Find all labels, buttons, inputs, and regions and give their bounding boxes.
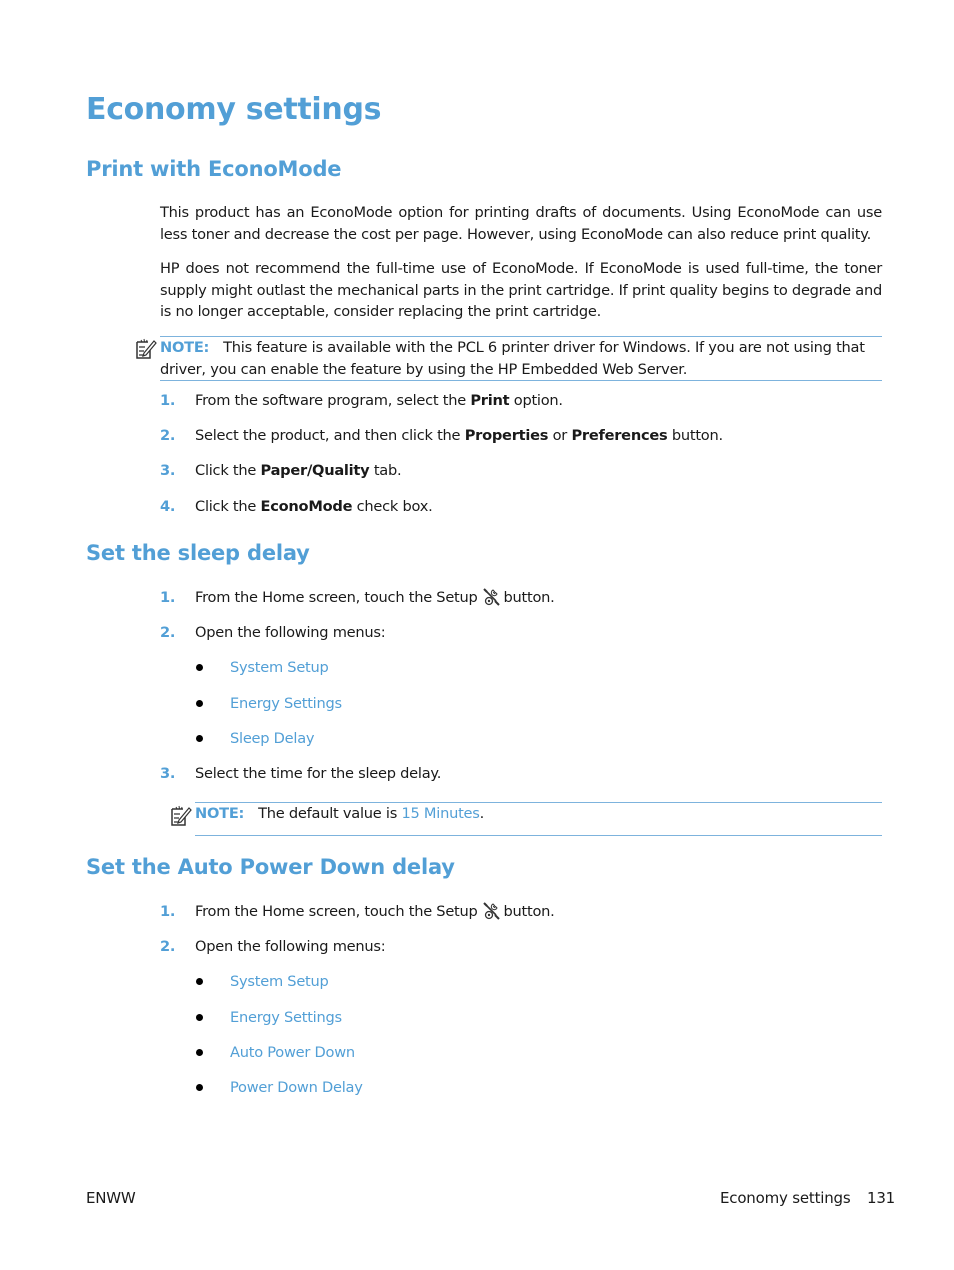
section-heading-auto-power-down: Set the Auto Power Down delay [86, 855, 455, 879]
ui-term: Paper/Quality [260, 462, 370, 479]
ui-term: EconoMode [260, 498, 353, 515]
autopower-step-2: 2. Open the following menus: [160, 938, 386, 955]
step-number: 4. [160, 498, 176, 515]
bullet-icon [196, 699, 203, 707]
ui-term: Properties [464, 427, 549, 444]
step-number: 2. [160, 624, 176, 641]
ui-term: Preferences [571, 427, 668, 444]
bullet-icon [196, 977, 203, 985]
menu-path-item: Energy Settings [196, 1009, 342, 1026]
menu-link-system-setup[interactable]: System Setup [230, 659, 329, 676]
econo-note: NOTE: This feature is available with the … [160, 336, 882, 381]
menu-link-system-setup[interactable]: System Setup [230, 973, 329, 990]
note-text: This feature is available with the PCL 6… [160, 339, 865, 378]
bullet-icon [196, 734, 203, 742]
bullet-icon [196, 1083, 203, 1091]
step-number: 1. [160, 903, 176, 920]
autopower-step-1: 1. From the Home screen, touch the Setup … [160, 902, 555, 920]
menu-link-power-down-delay[interactable]: Power Down Delay [230, 1079, 363, 1096]
footer-left: ENWW [86, 1189, 136, 1207]
page-title: Economy settings [86, 92, 382, 127]
note-label: NOTE: [160, 339, 210, 356]
sleep-step-1: 1. From the Home screen, touch the Setup … [160, 588, 555, 606]
step-number: 2. [160, 938, 176, 955]
menu-path-item: Power Down Delay [196, 1079, 363, 1096]
bullet-icon [196, 1013, 203, 1021]
step-number: 2. [160, 427, 176, 444]
step-number: 3. [160, 462, 176, 479]
note-label: NOTE: [195, 805, 245, 822]
menu-link-sleep-delay[interactable]: Sleep Delay [230, 730, 315, 747]
econo-paragraph-2: HP does not recommend the full-time use … [160, 260, 882, 320]
step-number: 1. [160, 392, 176, 409]
menu-link-energy-settings[interactable]: Energy Settings [230, 695, 342, 712]
note-icon [136, 338, 157, 359]
sleep-step-3: 3. Select the time for the sleep delay. [160, 765, 442, 782]
bullet-icon [196, 663, 203, 671]
step-number: 3. [160, 765, 176, 782]
menu-path-item: Auto Power Down [196, 1044, 355, 1061]
note-icon [171, 805, 192, 826]
setup-wrench-icon [482, 902, 500, 920]
page-number: 131 [867, 1189, 896, 1207]
menu-path-item: System Setup [196, 973, 329, 990]
menu-link-auto-power-down[interactable]: Auto Power Down [230, 1044, 355, 1061]
econo-paragraph-1: This product has an EconoMode option for… [160, 204, 882, 243]
step-number: 1. [160, 589, 176, 606]
footer-section: Economy settings [720, 1189, 851, 1207]
section-heading-econo: Print with EconoMode [86, 157, 342, 181]
ui-term: Print [470, 392, 510, 409]
menu-link-energy-settings[interactable]: Energy Settings [230, 1009, 342, 1026]
econo-step-1: 1. From the software program, select the … [160, 392, 563, 409]
menu-path-item: Sleep Delay [196, 730, 315, 747]
sleep-note: NOTE: The default value is 15 Minutes. [195, 802, 882, 836]
econo-step-2: 2. Select the product, and then click the… [160, 427, 723, 444]
menu-path-item: Energy Settings [196, 695, 342, 712]
menu-path-item: System Setup [196, 659, 329, 676]
setup-wrench-icon [482, 588, 500, 606]
econo-step-3: 3. Click the Paper/Quality tab. [160, 462, 402, 479]
sleep-step-2: 2. Open the following menus: [160, 624, 386, 641]
bullet-icon [196, 1048, 203, 1056]
econo-step-4: 4. Click the EconoMode check box. [160, 498, 433, 515]
default-value: 15 Minutes [401, 805, 480, 822]
section-heading-sleep: Set the sleep delay [86, 541, 310, 565]
